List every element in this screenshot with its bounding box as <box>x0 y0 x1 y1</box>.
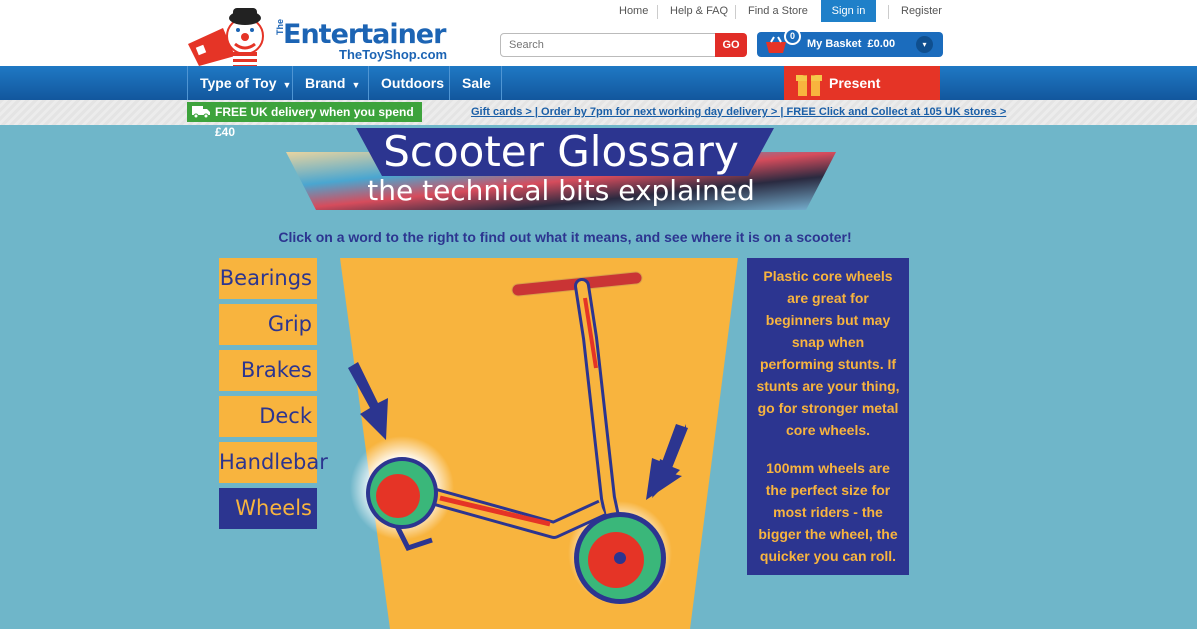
basket-label-text: My Basket <box>807 38 862 50</box>
basket-dropdown-icon[interactable]: ▾ <box>916 36 933 53</box>
rear-wheel <box>366 457 438 529</box>
help-faq-link[interactable]: Help & FAQ <box>670 5 728 17</box>
glossary-info-panel: Plastic core wheels are great for beginn… <box>747 258 909 575</box>
top-links: Home Help & FAQ Find a Store Sign in Reg… <box>0 0 1197 26</box>
glossary-deck-button[interactable]: Deck <box>219 396 317 437</box>
glossary-banner: Scooter Glossary the technical bits expl… <box>286 128 836 212</box>
divider <box>735 5 736 19</box>
instruction-text: Click on a word to the right to find out… <box>278 229 852 245</box>
banner-subtitle: the technical bits explained <box>367 174 755 207</box>
basket-amount: £0.00 <box>867 38 896 50</box>
basket-count-badge: 0 <box>784 28 801 45</box>
chevron-down-icon: ▼ <box>282 80 292 90</box>
nav-label: Type of Toy <box>200 75 277 91</box>
search-go-button[interactable]: GO <box>715 33 747 57</box>
find-store-link[interactable]: Find a Store <box>748 5 808 17</box>
delivery-strip: FREE UK delivery when you spend £40 Gift… <box>0 100 1197 139</box>
scooter-image <box>340 258 738 629</box>
truck-icon <box>192 106 210 118</box>
front-wheel <box>574 512 666 604</box>
nav-label: Outdoors <box>381 75 444 91</box>
sign-in-button[interactable]: Sign in <box>821 0 876 22</box>
glossary-wheels-button[interactable]: Wheels <box>219 488 317 529</box>
register-link[interactable]: Register <box>901 5 942 17</box>
search-input[interactable] <box>500 33 716 57</box>
glossary-grip-button[interactable]: Grip <box>219 304 317 345</box>
basket-button[interactable]: 0 My Basket £0.00 ▾ <box>757 28 943 57</box>
banner-title: Scooter Glossary <box>383 127 739 176</box>
divider <box>888 5 889 19</box>
basket-label: My Basket £0.00 <box>807 38 895 50</box>
nav-brand[interactable]: Brand ▼ <box>293 66 369 100</box>
present-finder-button[interactable]: Present Finder▼ <box>784 66 940 125</box>
nav-label: Brand <box>305 75 346 91</box>
delivery-links[interactable]: Gift cards > | Order by 7pm for next wor… <box>471 106 1006 118</box>
nav-label: Sale <box>462 75 491 91</box>
divider <box>657 5 658 19</box>
main-nav: Type of Toy ▼ Brand ▼ Outdoors Sale Presen… <box>0 66 1197 125</box>
glossary-brakes-button[interactable]: Brakes <box>219 350 317 391</box>
nav-sale[interactable]: Sale <box>450 66 502 100</box>
home-link[interactable]: Home <box>619 5 648 17</box>
logo-subtitle: TheToyShop.com <box>339 47 448 62</box>
nav-type-of-toy[interactable]: Type of Toy ▼ <box>187 66 293 100</box>
scooter-illustration <box>340 258 740 629</box>
nav-outdoors[interactable]: Outdoors <box>369 66 450 100</box>
site-header: The Entertainer TheToyShop.com Home Help… <box>0 0 1197 66</box>
info-paragraph-1: Plastic core wheels are great for beginn… <box>756 268 900 438</box>
free-delivery-banner[interactable]: FREE UK delivery when you spend £40 <box>187 102 422 139</box>
glossary-handlebar-button[interactable]: Handlebar <box>219 442 328 483</box>
glossary-bearings-button[interactable]: Bearings <box>219 258 317 299</box>
chevron-down-icon: ▼ <box>351 80 361 90</box>
gift-icon <box>796 70 822 96</box>
info-paragraph-2: 100mm wheels are the perfect size for mo… <box>758 460 898 564</box>
